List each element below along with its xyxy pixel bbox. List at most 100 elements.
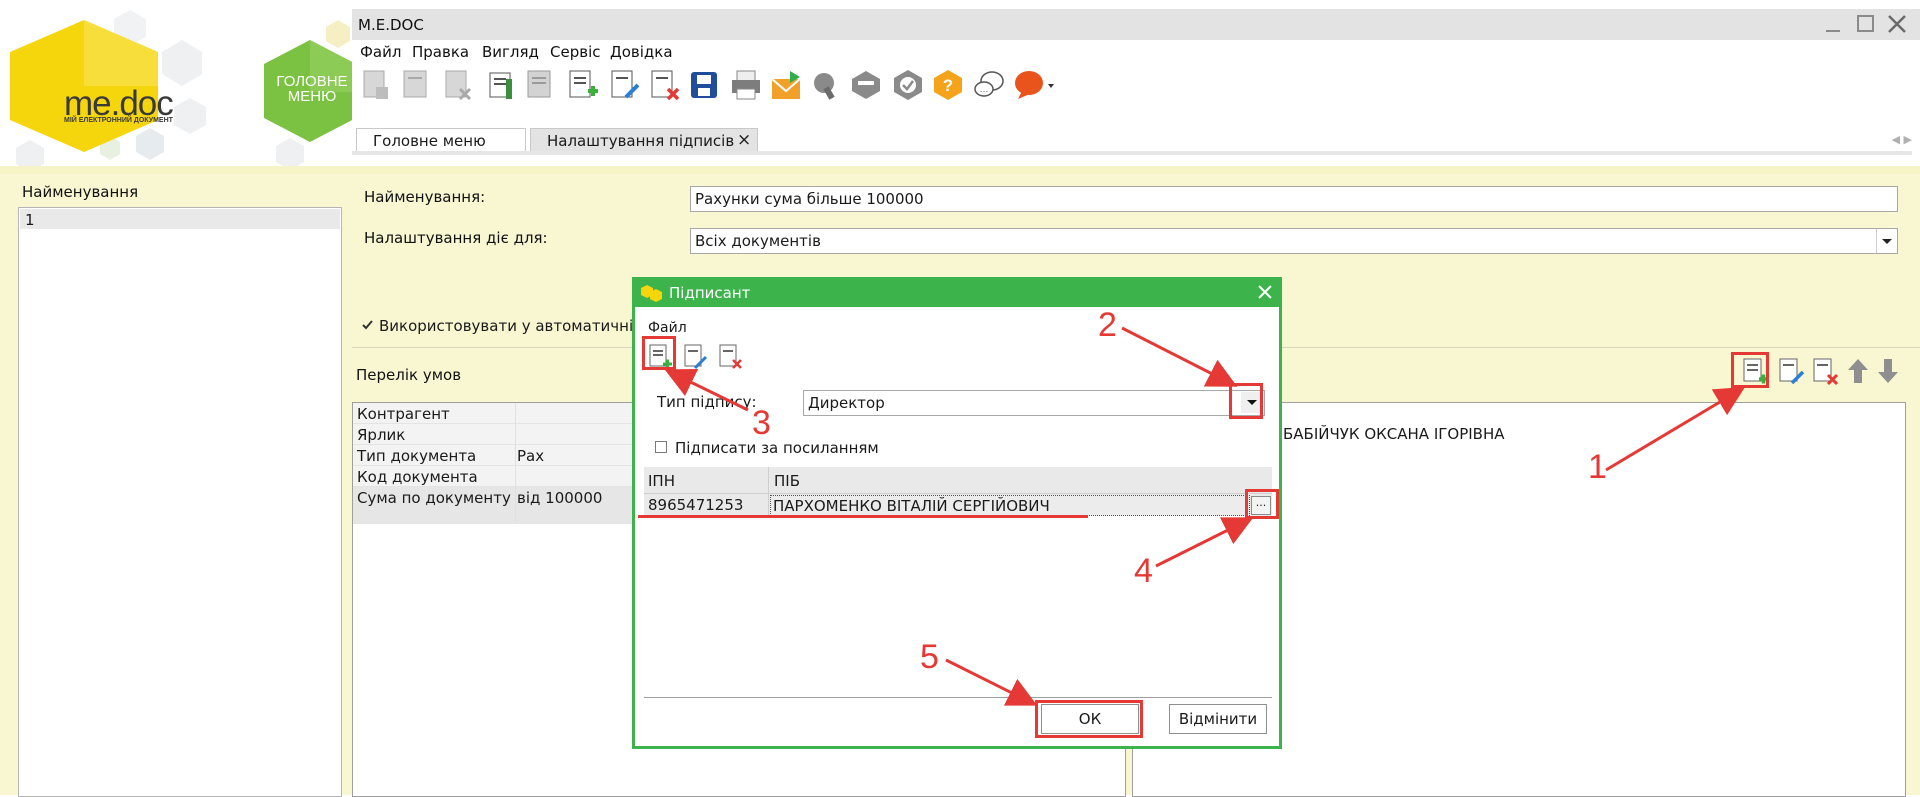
auto-checkbox-label: Використовувати у автоматичній — [379, 317, 643, 335]
names-header: Найменування — [22, 183, 139, 201]
tab-main-menu-label: Головне меню — [373, 132, 486, 150]
column-divider — [515, 403, 516, 523]
menu-file[interactable]: Файл — [360, 43, 401, 61]
title-bar: M.E.DOC — [352, 9, 1920, 40]
logo-subtitle: МІЙ ЕЛЕКТРОННИЙ ДОКУМЕНТ — [64, 117, 173, 124]
annotation-number-2: 2 — [1098, 306, 1117, 344]
signer-name[interactable]: БАБІЙЧУК ОКСАНА ІГОРІВНА — [1283, 425, 1505, 443]
tab-scroll-arrows-icon[interactable]: ◀ ▶ — [1892, 133, 1912, 146]
condition-name: Сума по документу — [357, 489, 511, 507]
sign-icon[interactable] — [808, 67, 844, 103]
main-toolbar: ? … — [352, 64, 1920, 108]
help-icon[interactable]: ? — [930, 67, 966, 103]
feedback-dropdown-icon[interactable] — [1012, 67, 1060, 103]
home-menu-button[interactable]: ГОЛОВНЕ МЕНЮ — [272, 74, 352, 104]
annotation-number-1: 1 — [1588, 448, 1607, 486]
applies-label: Налаштування діє для: — [364, 229, 548, 247]
header-divider — [0, 166, 1920, 174]
ipn-cell: 8965471253 — [648, 496, 744, 514]
document-list-icon[interactable] — [522, 67, 558, 103]
table-row[interactable]: 8965471253 ПАРХОМЕНКО ВІТАЛІЙ СЕРГІЙОВИЧ… — [644, 494, 1272, 516]
grid-header: ІПН ПІБ — [644, 467, 1272, 494]
dialog-edit-icon[interactable] — [681, 342, 709, 370]
names-list: 1 — [18, 207, 342, 797]
menu-service[interactable]: Сервіс — [550, 43, 600, 61]
applies-select[interactable]: Всіх документів — [690, 228, 1898, 254]
delete-document-icon[interactable] — [440, 67, 476, 103]
arrow-down-icon[interactable] — [1874, 356, 1902, 386]
menu-bar: Файл Правка Вигляд Сервіс Довідка — [352, 40, 1920, 64]
column-ipn: ІПН — [648, 472, 675, 490]
applies-select-value: Всіх документів — [695, 232, 821, 250]
by-reference-label: Підписати за посиланням — [675, 439, 879, 457]
arrow-up-icon[interactable] — [1844, 356, 1872, 386]
new-document-icon[interactable] — [358, 67, 394, 103]
close-icon[interactable] — [1886, 13, 1908, 35]
list-item-label: 1 — [25, 211, 35, 229]
save-icon[interactable] — [686, 67, 722, 103]
dialog-file-menu[interactable]: Файл — [648, 320, 687, 336]
annotation-number-5: 5 — [920, 638, 939, 676]
annotation-underline — [638, 515, 1088, 518]
list-item[interactable]: 1 — [20, 209, 340, 229]
condition-value: від 100000 — [517, 489, 603, 507]
annotation-number-4: 4 — [1134, 552, 1153, 590]
chat-icon[interactable]: … — [972, 67, 1008, 103]
annotation-box-4 — [1245, 489, 1279, 519]
copy-document-icon[interactable] — [482, 67, 518, 103]
tab-signature-settings-label: Налаштування підписів — [547, 132, 735, 150]
annotation-box-1 — [1731, 352, 1769, 388]
sign-type-value: Директор — [808, 394, 885, 412]
checkbox-icon[interactable] — [655, 440, 667, 453]
dialog-title: Підписант — [669, 284, 751, 302]
pib-value: ПАРХОМЕНКО ВІТАЛІЙ СЕРГІЙОВИЧ — [773, 497, 1050, 515]
menu-help[interactable]: Довідка — [610, 43, 673, 61]
check-icon[interactable] — [890, 67, 926, 103]
maximize-icon[interactable] — [1854, 13, 1876, 35]
minimize-icon[interactable] — [1822, 13, 1844, 35]
edit-row-icon[interactable] — [606, 67, 642, 103]
svg-text:?: ? — [943, 76, 953, 95]
condition-value: Рах — [517, 447, 545, 465]
checkbox-checked-icon[interactable] — [362, 319, 373, 330]
tab-signature-settings[interactable]: Налаштування підписів × — [530, 128, 758, 153]
pib-cell[interactable]: ПАРХОМЕНКО ВІТАЛІЙ СЕРГІЙОВИЧ — [770, 495, 1250, 516]
svg-text:…: … — [980, 84, 989, 94]
menu-edit[interactable]: Правка — [412, 43, 469, 61]
auto-checkbox-row[interactable]: Використовувати у автоматичній — [362, 317, 643, 335]
open-document-icon[interactable] — [398, 67, 434, 103]
annotation-box-3 — [642, 336, 676, 370]
dialog-close-icon[interactable] — [1255, 282, 1275, 302]
name-field-value: Рахунки сума більше 100000 — [695, 190, 924, 208]
print-icon[interactable] — [728, 67, 764, 103]
app-title: M.E.DOC — [358, 16, 424, 34]
column-pib: ПІБ — [774, 472, 800, 490]
archive-icon[interactable] — [848, 67, 884, 103]
annotation-box-5 — [1035, 700, 1143, 738]
dialog-titlebar: Підписант — [635, 280, 1279, 307]
chevron-down-icon[interactable] — [1876, 229, 1897, 253]
menu-view[interactable]: Вигляд — [482, 43, 539, 61]
medoc-app-icon — [641, 285, 662, 302]
sign-type-label: Тип підпису: — [657, 393, 757, 411]
delete-signer-icon[interactable] — [1810, 356, 1840, 386]
annotation-number-3: 3 — [752, 404, 771, 442]
tab-main-menu[interactable]: Головне меню — [356, 128, 526, 153]
tab-close-icon[interactable]: × — [737, 130, 751, 150]
delete-row-icon[interactable] — [646, 67, 682, 103]
dialog-delete-icon[interactable] — [716, 342, 744, 370]
tab-strip: Головне меню Налаштування підписів × ◀ ▶ — [352, 124, 1920, 154]
condition-name: Контрагент — [357, 405, 450, 423]
conditions-title: Перелік умов — [356, 366, 462, 384]
condition-name: Код документа — [357, 468, 478, 486]
condition-name: Тип документа — [357, 447, 477, 465]
sign-type-select[interactable]: Директор — [803, 390, 1265, 416]
signer-dialog: Підписант Файл Тип підпису: Директор Під… — [632, 277, 1282, 749]
add-row-icon[interactable] — [564, 67, 600, 103]
signer-grid: ІПН ПІБ 8965471253 ПАРХОМЕНКО ВІТАЛІЙ СЕ… — [644, 467, 1272, 698]
send-envelope-icon[interactable] — [768, 67, 804, 103]
name-field[interactable]: Рахунки сума більше 100000 — [690, 186, 1898, 212]
edit-signer-icon[interactable] — [1776, 356, 1806, 386]
logo-area: me.doc МІЙ ЕЛЕКТРОННИЙ ДОКУМЕНТ ГОЛОВНЕ … — [0, 0, 352, 172]
cancel-button[interactable]: Відмінити — [1169, 704, 1267, 734]
